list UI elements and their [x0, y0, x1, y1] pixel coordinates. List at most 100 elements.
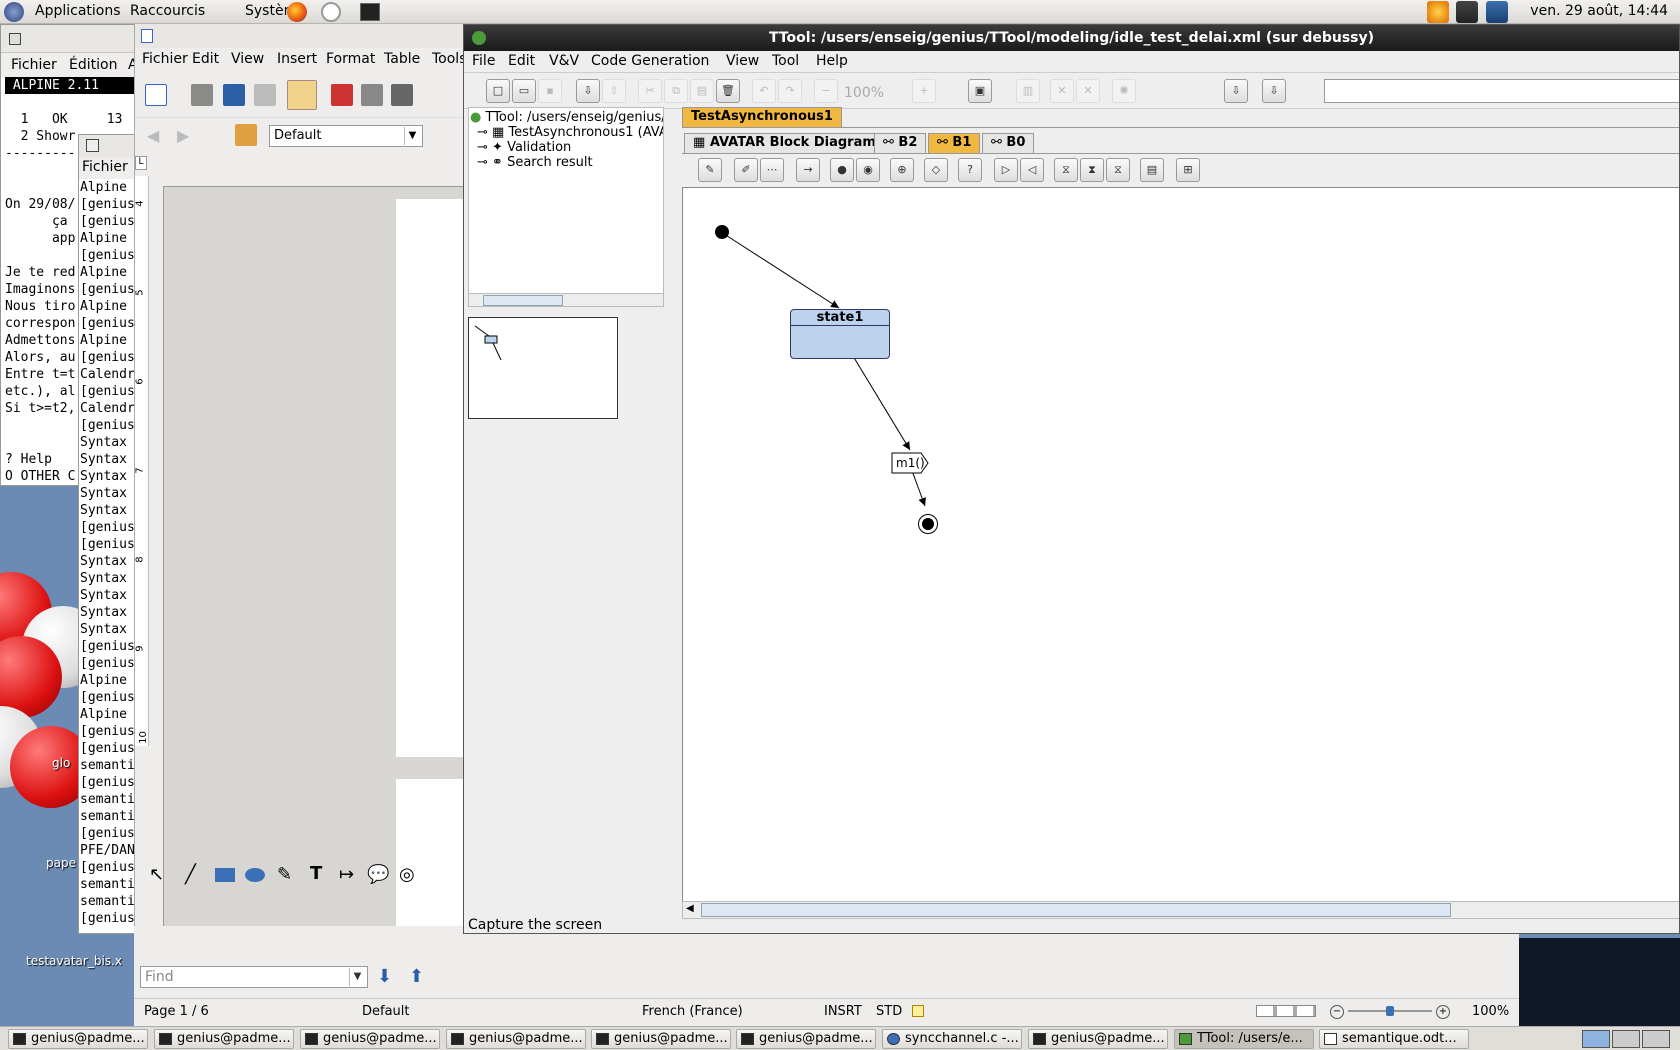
- forward-icon[interactable]: ▶: [177, 126, 189, 145]
- print-icon[interactable]: [361, 84, 383, 106]
- taskbar-window-button[interactable]: genius@padme...: [300, 1029, 440, 1049]
- open-model-icon[interactable]: ▭: [512, 79, 536, 103]
- menu-fichier[interactable]: Fichier: [142, 51, 188, 67]
- tab-stop-selector[interactable]: L: [135, 156, 147, 170]
- tab-b1[interactable]: ⚯ B1: [928, 133, 981, 153]
- tab-avatar-block-diagram[interactable]: ▦ AVATAR Block Diagram: [684, 133, 885, 153]
- page-style-indicator[interactable]: Default: [362, 1004, 410, 1019]
- export-pdf-icon[interactable]: [331, 84, 353, 106]
- update-notifier-icon[interactable]: [1427, 1, 1449, 23]
- tree-item-validation[interactable]: ⊸ ✦ Validation: [477, 140, 571, 155]
- find-input[interactable]: Find ▼: [140, 966, 368, 988]
- desktop-icon-label[interactable]: pape: [46, 856, 76, 870]
- save-model-icon[interactable]: ▪: [538, 79, 562, 103]
- scroll-thumb[interactable]: [701, 903, 1451, 917]
- receive-signal-icon[interactable]: ◁: [1020, 158, 1044, 182]
- text-tool-icon[interactable]: T: [310, 863, 322, 884]
- zoom-in-icon[interactable]: +: [1436, 1005, 1450, 1019]
- gen-code-icon[interactable]: ✕: [1050, 79, 1074, 103]
- desktop-file-label[interactable]: testavatar_bis.x: [26, 954, 122, 968]
- tab-b0[interactable]: ⚯ B0: [982, 133, 1035, 153]
- send-signal-icon[interactable]: ▷: [994, 158, 1018, 182]
- zoom-in-icon[interactable]: +: [912, 79, 936, 103]
- open-icon[interactable]: [191, 84, 213, 106]
- taskbar-window-button[interactable]: TTool: /users/e...: [1174, 1029, 1314, 1049]
- menu-insert[interactable]: Insert: [277, 51, 317, 67]
- state-icon[interactable]: ⊕: [890, 158, 914, 182]
- find-previous-icon[interactable]: ⬆: [409, 966, 424, 987]
- workspace-switcher[interactable]: [1642, 1030, 1670, 1048]
- start-state[interactable]: [715, 225, 729, 239]
- document-area[interactable]: [163, 186, 464, 939]
- menu-fichier[interactable]: Fichier: [11, 57, 57, 73]
- select-arrow-icon[interactable]: ↖: [149, 864, 164, 885]
- tree-hscroll[interactable]: [469, 293, 663, 306]
- menu-edition[interactable]: Édition: [69, 57, 117, 73]
- transition-state1-to-m1[interactable]: [852, 355, 911, 451]
- menu-vv[interactable]: V&V: [549, 53, 579, 69]
- search-input[interactable]: [1324, 79, 1679, 103]
- zoom-out-icon[interactable]: −: [814, 79, 838, 103]
- mail-icon[interactable]: [321, 2, 341, 22]
- document-page[interactable]: [396, 199, 464, 757]
- syntax-check-icon[interactable]: ▥: [1016, 79, 1040, 103]
- terminal-launcher-icon[interactable]: [360, 3, 380, 21]
- chevron-down-icon[interactable]: ▼: [404, 127, 420, 145]
- capture-screen-icon[interactable]: ▣: [968, 79, 992, 103]
- clock[interactable]: ven. 29 août, 14:44: [1530, 3, 1668, 19]
- edit-mode-icon[interactable]: [287, 80, 317, 110]
- scroll-thumb[interactable]: [483, 295, 563, 306]
- paste-icon[interactable]: ▤: [690, 79, 714, 103]
- styles-icon[interactable]: [235, 124, 257, 146]
- taskbar-window-button[interactable]: genius@padme...: [154, 1029, 294, 1049]
- insert-mode-indicator[interactable]: INSRT: [824, 1004, 862, 1019]
- dimension-tool-icon[interactable]: ↦: [339, 864, 354, 885]
- chevron-down-icon[interactable]: ▼: [349, 968, 365, 986]
- taskbar-window-button[interactable]: genius@padme...: [736, 1029, 876, 1049]
- curve-tool-icon[interactable]: ◎: [399, 864, 415, 885]
- taskbar-window-button[interactable]: genius@padme...: [8, 1029, 148, 1049]
- gnome-foot-icon[interactable]: [4, 2, 24, 22]
- menu-tool[interactable]: Tool: [772, 53, 799, 69]
- page-indicator[interactable]: Page 1 / 6: [144, 1004, 209, 1019]
- delete-icon[interactable]: 🗑: [716, 79, 740, 103]
- edit-icon[interactable]: ✎: [698, 158, 722, 182]
- taskbar-window-button[interactable]: genius@padme...: [591, 1029, 731, 1049]
- set-timer-icon[interactable]: ⧖: [1054, 158, 1078, 182]
- menu-edit[interactable]: Edit: [508, 53, 535, 69]
- zoom-level[interactable]: 100%: [1472, 1004, 1509, 1019]
- rectangle-tool-icon[interactable]: [215, 868, 235, 882]
- menu-edit[interactable]: Edit: [192, 51, 219, 67]
- diagram-overview[interactable]: [468, 317, 618, 419]
- workspace-switcher[interactable]: [1612, 1030, 1640, 1048]
- redo-icon[interactable]: ↷: [778, 79, 802, 103]
- firefox-icon[interactable]: [287, 2, 307, 22]
- state-machine-canvas[interactable]: state1 m1(): [682, 187, 1679, 902]
- menu-raccourcis[interactable]: Raccourcis: [130, 3, 205, 19]
- copy-icon[interactable]: ⧉: [664, 79, 688, 103]
- save-icon[interactable]: [223, 84, 245, 106]
- scroll-left-icon[interactable]: ◀: [686, 903, 694, 914]
- comment-link-icon[interactable]: ⋯: [760, 158, 784, 182]
- volume-icon[interactable]: [1456, 1, 1478, 23]
- choice-icon[interactable]: ◇: [924, 158, 948, 182]
- menu-view[interactable]: View: [726, 53, 759, 69]
- close-icon[interactable]: [9, 33, 21, 45]
- random-icon[interactable]: ?: [958, 158, 982, 182]
- start-state-icon[interactable]: ●: [830, 158, 854, 182]
- taskbar-window-button[interactable]: syncchannel.c -...: [882, 1029, 1022, 1049]
- network-icon[interactable]: [1486, 1, 1508, 23]
- workspace-switcher[interactable]: [1582, 1030, 1610, 1048]
- undo-icon[interactable]: ↶: [752, 79, 776, 103]
- tree-item-search-result[interactable]: ⊸ ⚭ Search result: [477, 155, 593, 170]
- zoom-slider[interactable]: [1348, 1006, 1432, 1016]
- comment-icon[interactable]: ✐: [734, 158, 758, 182]
- menu-applications[interactable]: Applications: [35, 3, 121, 19]
- new-document-icon[interactable]: [145, 84, 167, 106]
- state1-box[interactable]: state1: [790, 309, 890, 359]
- stop-state[interactable]: [918, 514, 938, 534]
- upload-icon[interactable]: ⇩: [1262, 79, 1286, 103]
- menu-view[interactable]: View: [231, 51, 264, 67]
- paragraph-style-select[interactable]: Default ▼: [269, 125, 423, 147]
- line-tool-icon[interactable]: ╱: [185, 864, 196, 885]
